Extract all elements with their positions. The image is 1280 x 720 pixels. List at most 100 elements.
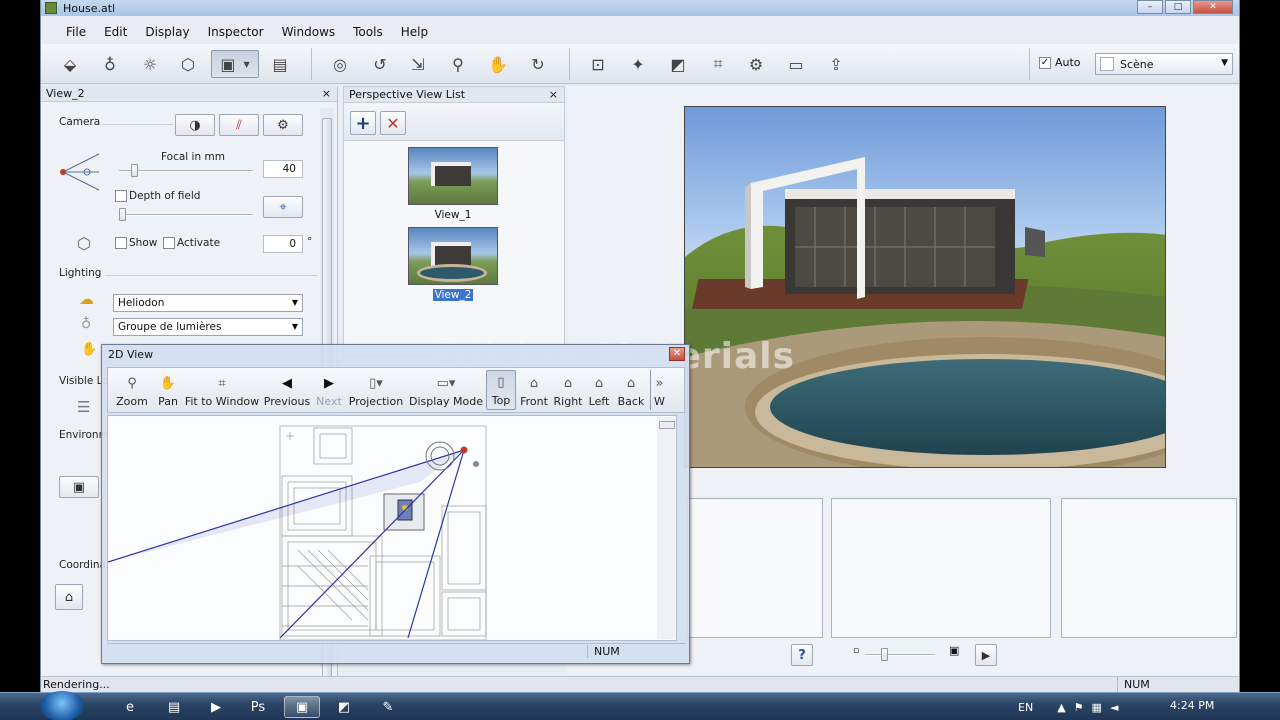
flag-icon[interactable]: ⚑ [1074, 701, 1084, 714]
right-view-button[interactable]: ⌂ Right [552, 370, 584, 410]
title-bar: House.atl – □ ✕ [41, 0, 1239, 16]
menu-tools[interactable]: Tools [344, 25, 392, 39]
zoom-button[interactable]: ⚲ Zoom [112, 370, 152, 410]
tool-taskbar-icon[interactable]: ✎ [370, 696, 406, 718]
auto-check-box[interactable]: ✓ [1039, 56, 1051, 69]
menu-windows[interactable]: Windows [273, 25, 345, 39]
depth-slider-thumb[interactable] [119, 208, 126, 221]
image-icon[interactable]: ▭ [781, 50, 811, 78]
camera-lines-button[interactable]: ⫽ [219, 114, 259, 136]
camera-tool-button[interactable]: ▣ ▼ [211, 50, 259, 78]
close-icon[interactable]: × [322, 86, 331, 101]
camera-mode-button[interactable]: ◑ [175, 114, 215, 136]
scrollbar-thumb[interactable] [659, 421, 675, 429]
2d-num-indicator: NUM [587, 645, 677, 658]
export-icon[interactable]: ⇪ [821, 50, 851, 78]
volume-icon[interactable]: ◄ [1110, 701, 1118, 714]
lights-group-select[interactable]: Groupe de lumières ▼ [113, 318, 303, 336]
scene-select[interactable]: Scène ▼ [1095, 53, 1233, 75]
camera-section-label: Camera [59, 116, 101, 128]
view-frame-slot[interactable] [687, 498, 823, 638]
menu-help[interactable]: Help [392, 25, 437, 39]
paint-bucket-icon[interactable]: ⬙ [55, 50, 85, 78]
close-2d-view-button[interactable]: ✕ [669, 347, 685, 361]
network-icon[interactable]: ▦ [1092, 701, 1102, 714]
sun-icon[interactable]: ☼ [135, 50, 165, 78]
focal-slider[interactable] [119, 164, 253, 177]
walk-icon[interactable]: ⇲ [403, 50, 433, 78]
lighting-select[interactable]: Heliodon ▼ [113, 294, 303, 312]
chevron-down-icon: ▼ [1221, 58, 1228, 68]
rotate-icon[interactable]: ↺ [365, 50, 395, 78]
artlantis-taskbar-icon[interactable]: ▣ [284, 696, 320, 718]
view-thumbnail[interactable] [408, 147, 498, 205]
menu-edit[interactable]: Edit [95, 25, 136, 39]
pan-hand-icon[interactable]: ✋ [483, 50, 513, 78]
light-bulb-icon[interactable]: ♁ [95, 50, 125, 78]
activate-checkbox[interactable] [163, 237, 175, 249]
redo-icon[interactable]: ↻ [523, 50, 553, 78]
depth-of-field-checkbox[interactable] [115, 190, 127, 202]
palette-icon[interactable]: ✦ [623, 50, 653, 78]
document-list-icon[interactable]: ▤ [265, 50, 295, 78]
scene-select-value: Scène [1120, 57, 1154, 71]
front-view-button[interactable]: ⌂ Front [518, 370, 550, 410]
auto-checkbox[interactable]: ✓ Auto [1039, 56, 1081, 69]
view-frame-slot[interactable] [1061, 498, 1237, 638]
menu-display[interactable]: Display [136, 25, 198, 39]
clock[interactable]: 4:24 PM [1170, 699, 1214, 712]
ie-icon[interactable]: e [112, 696, 148, 718]
view-thumbnail-selected[interactable] [408, 227, 498, 285]
menu-inspector[interactable]: Inspector [199, 25, 273, 39]
depth-slider[interactable] [119, 208, 253, 221]
lock-button[interactable]: ⌂ [55, 584, 83, 610]
environment-button[interactable]: ▣ [59, 476, 99, 498]
fit-to-window-button[interactable]: ⌗ Fit to Window [184, 370, 260, 410]
tray-arrow-icon[interactable]: ▲ [1057, 701, 1065, 714]
more-views-button[interactable]: » W [650, 370, 668, 410]
previous-button[interactable]: ◀ Previous [264, 370, 311, 410]
close-icon[interactable]: × [549, 87, 558, 102]
delete-view-button[interactable]: ✕ [380, 111, 406, 135]
camera-settings-button[interactable]: ⚙ [263, 114, 303, 136]
status-bar: Rendering... NUM [41, 676, 1239, 692]
maximize-button[interactable]: □ [1165, 0, 1191, 14]
projection-button[interactable]: ▯▾ Projection [348, 370, 404, 410]
2d-view-scrollbar[interactable] [657, 417, 675, 639]
menu-file[interactable]: File [57, 25, 95, 39]
zoom-icon[interactable]: ⚲ [443, 50, 473, 78]
axis-icon[interactable]: ⊡ [583, 50, 613, 78]
add-view-button[interactable]: + [350, 111, 376, 135]
angle-input[interactable]: 0 [263, 235, 303, 253]
photoshop-icon[interactable]: Ps [240, 696, 276, 718]
language-indicator[interactable]: EN [1018, 701, 1033, 714]
explorer-icon[interactable]: ▤ [156, 696, 192, 718]
media-player-icon[interactable]: ▶ [198, 696, 234, 718]
display-mode-button[interactable]: ▭▾ Display Mode [408, 370, 484, 410]
help-button[interactable]: ? [791, 644, 813, 666]
orbit-icon[interactable]: ◎ [325, 50, 355, 78]
2d-plan-canvas[interactable] [107, 415, 677, 641]
gear-icon[interactable]: ⚙ [741, 50, 771, 78]
cube-icon[interactable]: ⬡ [173, 50, 203, 78]
camera-icon: ▣ [220, 54, 236, 74]
view-frame-slot[interactable] [831, 498, 1051, 638]
pan-button[interactable]: ✋ Pan [154, 370, 182, 410]
top-view-button[interactable]: ▯ Top [486, 370, 516, 410]
frame-size-thumb[interactable] [881, 648, 888, 661]
frame-size-slider[interactable] [865, 648, 935, 661]
show-checkbox[interactable] [115, 237, 127, 249]
back-view-button[interactable]: ⌂ Back [616, 370, 646, 410]
focus-target-button[interactable]: ⌖ [263, 196, 303, 218]
render-icon[interactable]: ◩ [663, 50, 693, 78]
focal-input[interactable]: 40 [263, 160, 303, 178]
crop-icon[interactable]: ⌗ [703, 50, 733, 78]
app-taskbar-icon[interactable]: ◩ [326, 696, 362, 718]
play-button[interactable]: ▶ [975, 644, 997, 666]
minimize-button[interactable]: – [1137, 0, 1163, 14]
left-view-button[interactable]: ⌂ Left [586, 370, 612, 410]
focal-slider-thumb[interactable] [131, 164, 138, 177]
start-button[interactable] [40, 691, 84, 720]
next-button[interactable]: ▶ Next [314, 370, 344, 410]
close-window-button[interactable]: ✕ [1193, 0, 1233, 14]
